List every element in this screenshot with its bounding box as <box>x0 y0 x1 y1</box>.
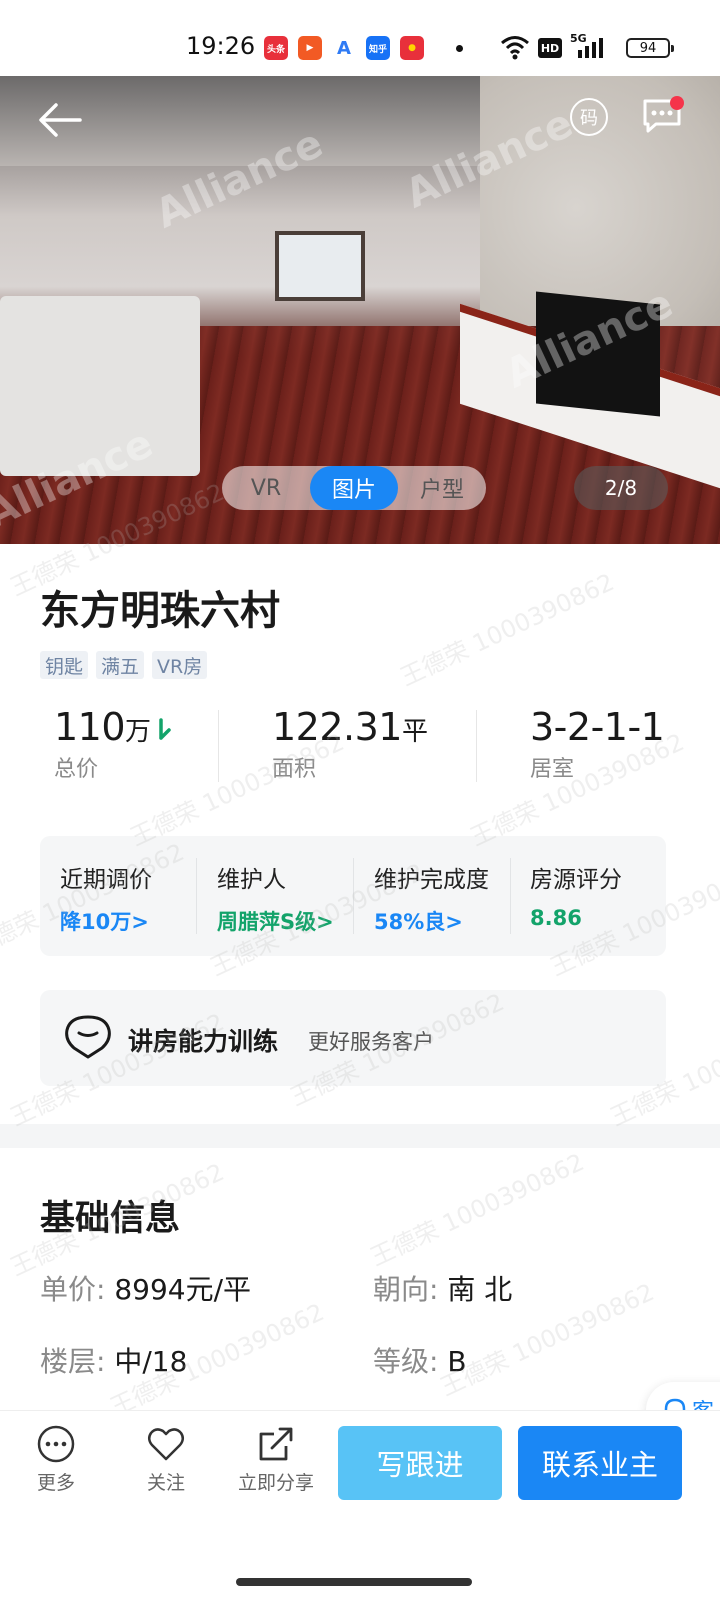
tag-key: 钥匙 <box>40 651 89 679</box>
section-separator <box>0 1124 720 1148</box>
home-indicator[interactable] <box>236 1578 472 1586</box>
metric-maintenance-completion[interactable]: 维护完成度 58%良> <box>374 860 489 936</box>
info-floor: 楼层: 中/18 <box>40 1340 187 1380</box>
back-button[interactable] <box>38 98 82 142</box>
stat-total-price: 110万 总价 <box>54 705 172 783</box>
total-price-label: 总价 <box>54 757 99 782</box>
photo-counter: 2/8 <box>574 466 668 510</box>
status-bar: 19:26 头条 ▶ A 知乎 ● HD 5G 94 <box>0 0 720 76</box>
price-down-icon <box>159 718 171 740</box>
follow-label: 关注 <box>146 1472 185 1494</box>
metric-divider <box>510 858 511 934</box>
info-key: 等级: <box>373 1345 439 1378</box>
more-dots-icon <box>37 1425 75 1463</box>
metric-value: 58%良> <box>374 910 463 934</box>
arrow-left-icon <box>39 103 82 137</box>
info-key: 朝向: <box>373 1273 439 1306</box>
photo-window <box>275 231 365 301</box>
stat-rooms: 3-2-1-1 居室 <box>530 705 665 783</box>
heart-icon <box>148 1428 184 1461</box>
media-switcher: VR 图片 户型 <box>222 466 486 510</box>
info-key: 单价: <box>40 1273 106 1306</box>
signal-icon <box>578 38 603 58</box>
training-subtitle: 更好服务客户 <box>308 1030 434 1054</box>
info-value: 8994元/平 <box>114 1273 252 1306</box>
metric-value: 降10万> <box>60 910 149 934</box>
tab-photos[interactable]: 图片 <box>310 466 398 510</box>
qr-code-button[interactable]: 码 <box>570 98 608 136</box>
metric-maintainer[interactable]: 维护人 周腊萍S级> <box>217 860 334 936</box>
stat-divider <box>218 710 219 782</box>
status-time: 19:26 <box>186 32 256 60</box>
tag-vr: VR房 <box>152 651 208 679</box>
video-player-icon: ▶ <box>298 36 322 60</box>
training-title: 讲房能力训练 <box>128 1027 279 1056</box>
follow-button[interactable]: 关注 <box>126 1424 206 1495</box>
training-icon <box>65 1015 111 1059</box>
info-key: 楼层: <box>40 1345 106 1378</box>
tag-over-five-years: 满五 <box>96 651 145 679</box>
metric-listing-score[interactable]: 房源评分 8.86 <box>530 860 622 930</box>
property-detail-page: 19:26 头条 ▶ A 知乎 ● HD 5G 94 Alliance Alli… <box>0 0 720 1600</box>
metric-divider <box>196 858 197 934</box>
info-value: 南 北 <box>447 1273 513 1306</box>
area-unit: 平 <box>401 717 428 747</box>
tag-list: 钥匙 满五 VR房 <box>40 651 208 679</box>
rooms-value: 3-2-1-1 <box>530 705 665 749</box>
more-label: 更多 <box>36 1472 75 1494</box>
area-label: 面积 <box>272 757 317 782</box>
metric-label: 维护人 <box>217 867 286 893</box>
listing-title: 东方明珠六村 <box>40 588 280 634</box>
total-price-unit: 万 <box>125 717 152 747</box>
share-button[interactable]: 立即分享 <box>236 1424 316 1495</box>
info-value: 中/18 <box>114 1345 188 1378</box>
tab-floorplan[interactable]: 户型 <box>398 466 486 510</box>
tab-vr[interactable]: VR <box>222 466 310 510</box>
write-followup-button[interactable]: 写跟进 <box>338 1426 502 1500</box>
metrics-card: 近期调价 降10万> 维护人 周腊萍S级> 维护完成度 58%良> 房源评分 8… <box>40 836 666 956</box>
area-value: 122.31 <box>272 705 402 749</box>
total-price-value: 110 <box>54 705 126 749</box>
more-button[interactable]: 更多 <box>16 1424 96 1495</box>
a-app-icon: A <box>332 36 356 60</box>
metric-value: 周腊萍S级> <box>217 910 334 934</box>
metric-divider <box>353 858 354 934</box>
stat-divider <box>476 710 477 782</box>
metric-label: 维护完成度 <box>374 867 489 893</box>
red-app-icon: ● <box>400 36 424 60</box>
share-icon <box>259 1427 293 1461</box>
notification-dot-icon <box>456 45 463 52</box>
training-banner[interactable]: 讲房能力训练 更好服务客户 <box>40 990 666 1086</box>
info-value: B <box>447 1345 467 1378</box>
hd-icon: HD <box>538 38 562 58</box>
metric-recent-price-change[interactable]: 近期调价 降10万> <box>60 860 152 936</box>
basic-info-title: 基础信息 <box>40 1199 181 1239</box>
metric-label: 近期调价 <box>60 867 152 893</box>
stat-area: 122.31平 面积 <box>272 705 428 783</box>
toutiao-icon: 头条 <box>264 36 288 60</box>
zhihu-icon: 知乎 <box>366 36 390 60</box>
wifi-icon <box>501 36 529 60</box>
battery-icon: 94 <box>626 38 674 58</box>
info-orientation: 朝向: 南 北 <box>373 1268 512 1308</box>
info-grade: 等级: B <box>373 1340 467 1380</box>
share-label: 立即分享 <box>237 1472 314 1494</box>
contact-owner-button[interactable]: 联系业主 <box>518 1426 682 1500</box>
metric-label: 房源评分 <box>530 867 622 893</box>
watermark-text: 王德荣 1000390862 <box>396 567 619 692</box>
watermark-text: 王德荣 1000390862 <box>366 1147 589 1272</box>
info-unit-price: 单价: 8994元/平 <box>40 1268 251 1308</box>
metric-value: 8.86 <box>530 906 582 930</box>
unread-badge <box>670 96 684 110</box>
rooms-label: 居室 <box>530 757 575 782</box>
